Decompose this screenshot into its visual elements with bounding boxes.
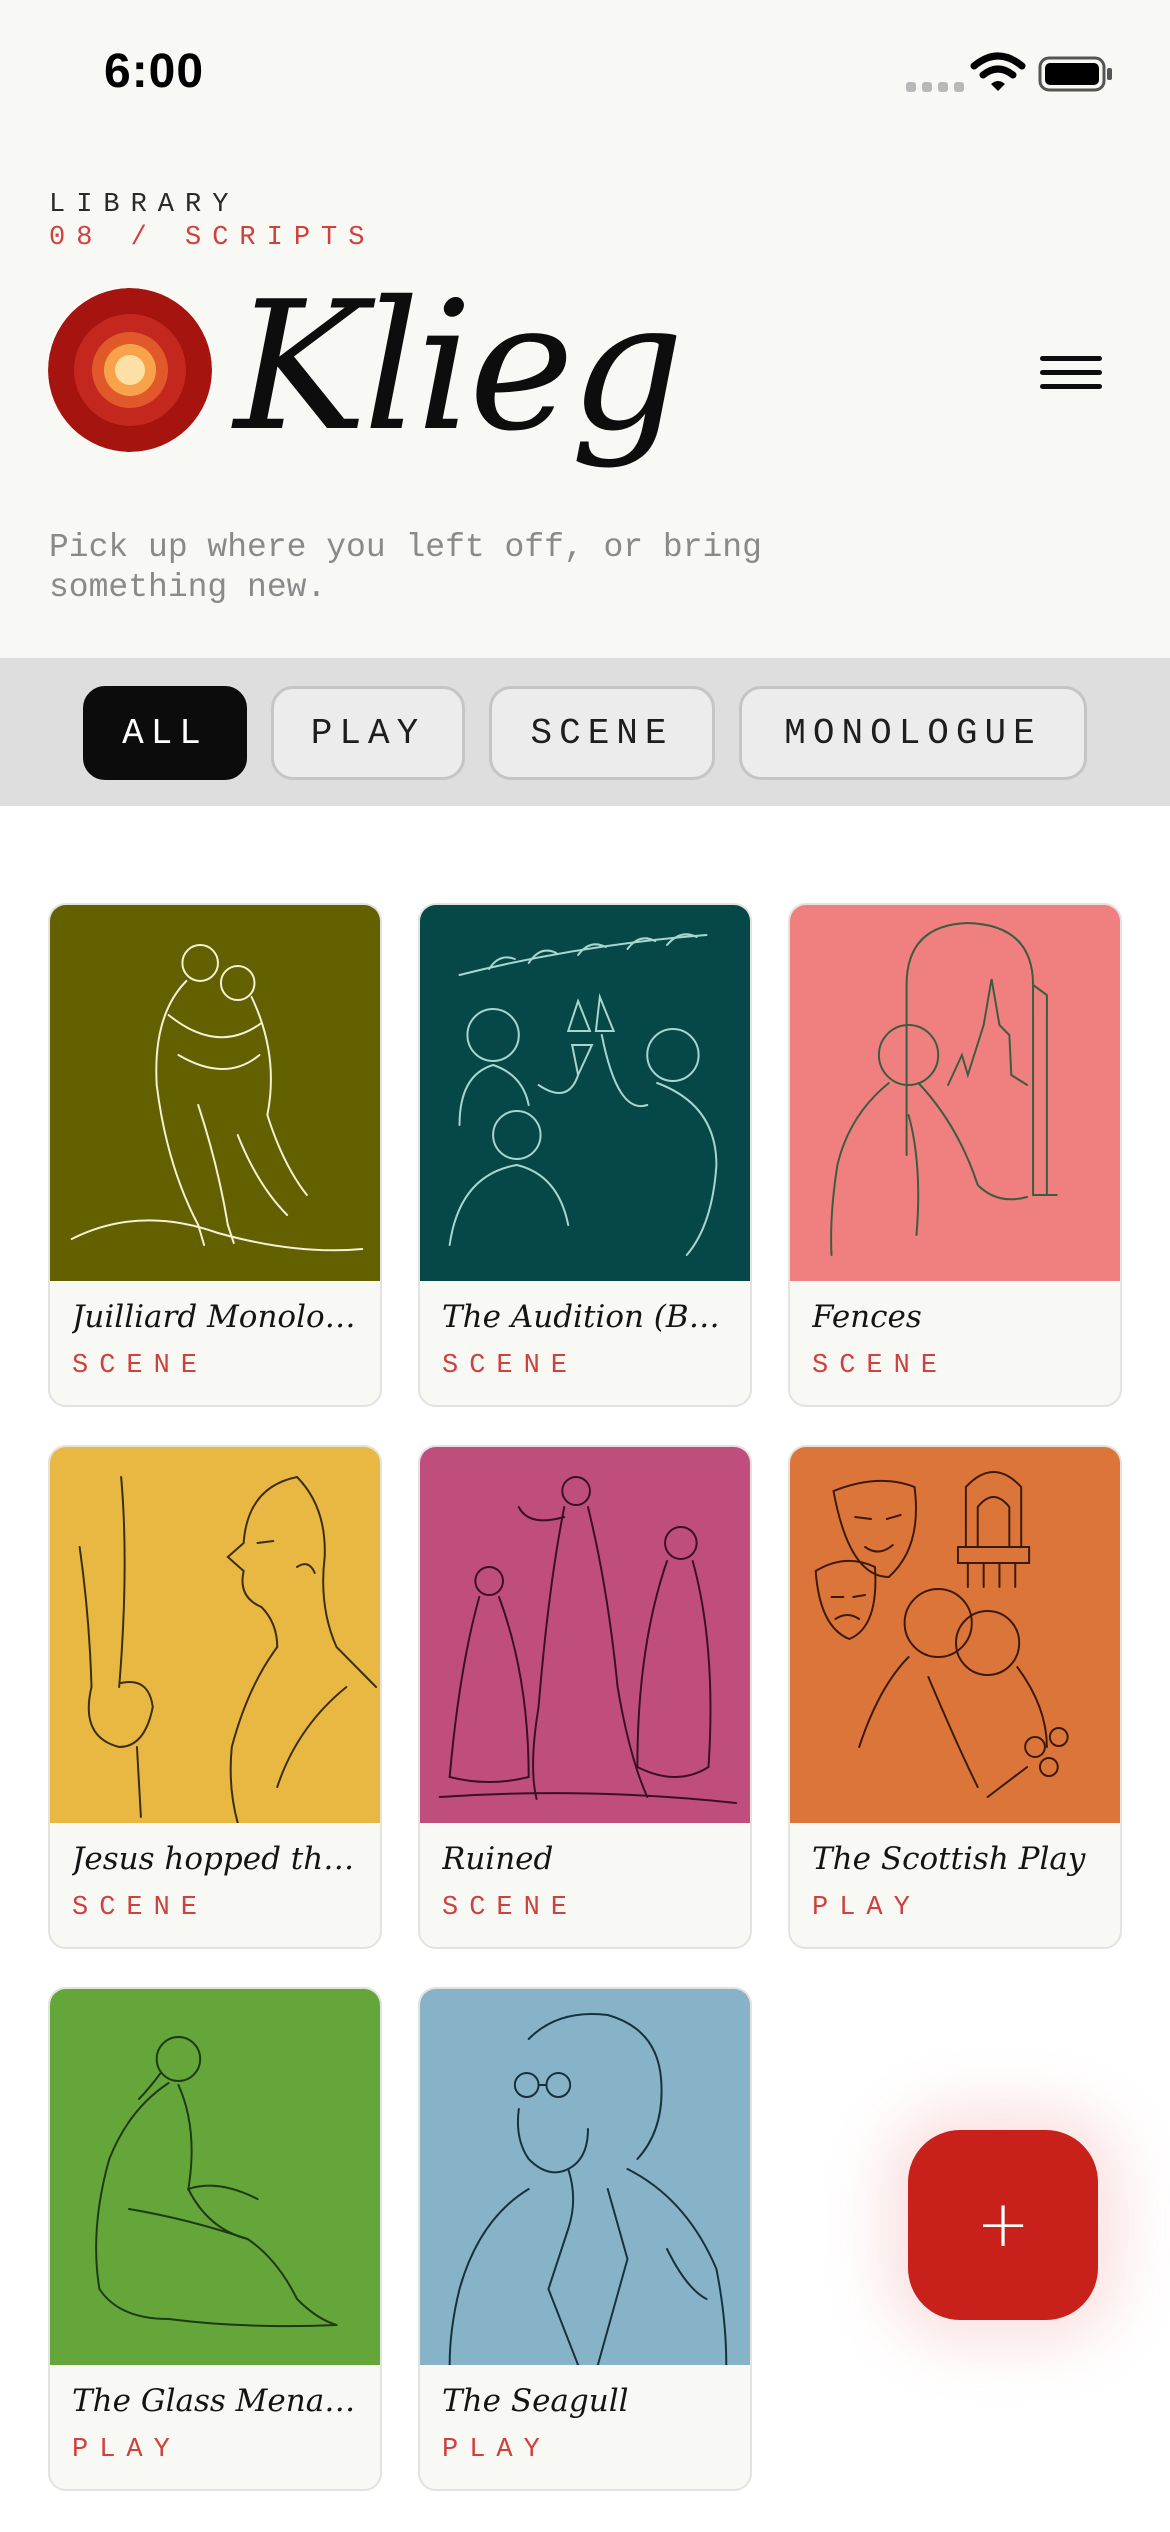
card-type-label: PLAY [442, 2435, 551, 2465]
hamburger-menu-icon[interactable] [1040, 356, 1102, 392]
battery-icon [1038, 56, 1112, 92]
card-title: The Scottish Play [812, 1841, 1086, 1877]
script-card[interactable]: The Seagull PLAY [418, 1987, 752, 2491]
script-card[interactable]: The Glass Menage... PLAY [48, 1987, 382, 2491]
script-card[interactable]: The Scottish Play PLAY [788, 1445, 1122, 1949]
plus-icon: + [976, 2188, 1030, 2262]
card-type-label: PLAY [812, 1893, 921, 1923]
card-title: Ruined [442, 1841, 554, 1877]
card-title: The Seagull [442, 2383, 629, 2419]
app-title: Klieg [234, 263, 684, 470]
script-card[interactable]: Jesus hopped the... SCENE [48, 1445, 382, 1949]
seated-woman-illustration [50, 1989, 380, 2365]
scripts-count: 08 / SCRIPTS [49, 223, 376, 253]
script-card[interactable]: The Audition (Bro... SCENE [418, 903, 752, 1407]
card-title: Fences [812, 1299, 922, 1335]
theatre-masks-illustration [790, 1447, 1120, 1823]
bearded-man-portrait-illustration [420, 1989, 750, 2365]
filter-chip-scene[interactable]: SCENE [489, 686, 715, 780]
three-women-illustration [420, 1447, 750, 1823]
card-title: The Audition (Bro... [442, 1299, 732, 1335]
card-title: Juilliard Monolog... [72, 1299, 362, 1335]
woman-at-window-illustration [790, 905, 1120, 1281]
card-title: The Glass Menage... [72, 2383, 362, 2419]
card-type-label: SCENE [442, 1351, 579, 1381]
script-card[interactable]: Fences SCENE [788, 903, 1122, 1407]
embracing-couple-illustration [50, 905, 380, 1281]
page-subtitle: Pick up where you left off, or bring som… [49, 529, 762, 606]
card-type-label: SCENE [72, 1893, 209, 1923]
filter-chip-monologue[interactable]: MONOLOGUE [739, 686, 1087, 780]
card-type-label: SCENE [442, 1893, 579, 1923]
script-card[interactable]: Ruined SCENE [418, 1445, 752, 1949]
add-script-button[interactable]: + [908, 2130, 1098, 2320]
card-title: Jesus hopped the... [72, 1841, 362, 1877]
library-label: LIBRARY [49, 190, 240, 220]
card-type-label: SCENE [812, 1351, 949, 1381]
card-type-label: SCENE [72, 1351, 209, 1381]
wifi-icon [970, 52, 1026, 91]
profile-face-illustration [50, 1447, 380, 1823]
script-card[interactable]: Juilliard Monolog... SCENE [48, 903, 382, 1407]
cellular-signal-icon [906, 82, 964, 92]
klieg-light-logo-icon [48, 288, 212, 452]
status-time: 6:00 [104, 45, 205, 98]
filter-chip-play[interactable]: PLAY [271, 686, 465, 780]
filter-chip-all[interactable]: ALL [83, 686, 247, 780]
toasting-group-illustration [420, 905, 750, 1281]
card-type-label: PLAY [72, 2435, 181, 2465]
